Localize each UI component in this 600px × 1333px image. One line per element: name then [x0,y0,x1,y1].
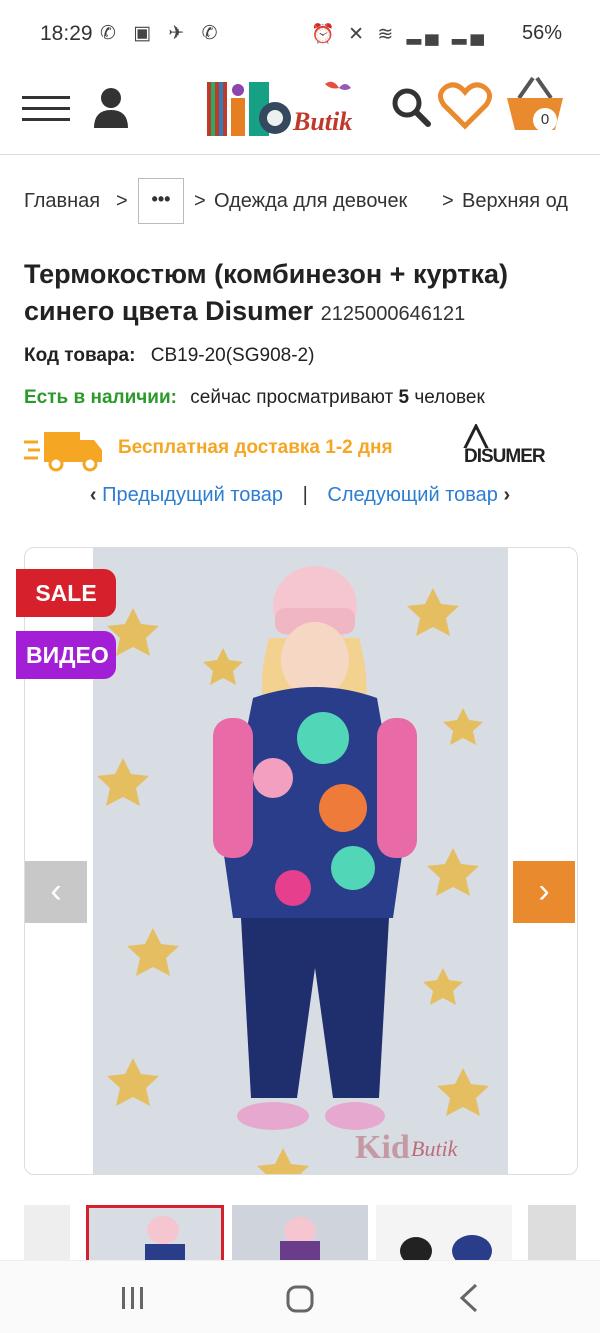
breadcrumb-separator: > [116,190,128,212]
system-nav-bar [0,1260,600,1333]
notification-icons: ✆ ▣ ✈ ✆ [100,23,224,44]
thumbnail-item[interactable] [24,1205,70,1265]
brand-name: DISUMER [464,446,546,467]
status-time: 18:29 [40,22,93,45]
breadcrumb: Главная > ••• > Одежда для девочек > Вер… [24,178,600,226]
next-product-link[interactable]: Следующий товар [327,484,498,506]
watermark-kid: Kid [355,1129,410,1166]
gallery-next-button[interactable]: › [513,861,575,923]
back-icon[interactable] [458,1283,480,1313]
user-icon[interactable] [92,86,130,128]
product-code-value: CB19-20(SG908-2) [150,345,315,366]
breadcrumb-home[interactable]: Главная [24,190,100,213]
thumbnail-item[interactable] [528,1205,576,1265]
product-code-label: Код товара: [24,345,136,366]
stock-status: Есть в наличии: сейчас просматривают 5 ч… [24,387,485,409]
prev-product-link[interactable]: Предыдущий товар [102,484,283,506]
viewers-count: 5 [398,387,410,408]
breadcrumb-more-button[interactable]: ••• [138,178,184,224]
thumbnail-item-active[interactable] [86,1205,224,1265]
thumbnail-item[interactable] [376,1205,512,1265]
viewers-text: сейчас просматривают [190,387,394,408]
nav-divider: | [302,484,308,506]
battery-level: 56% [521,22,562,44]
thumbnail-item[interactable] [232,1205,368,1265]
watermark-butik: Butik [411,1136,459,1161]
menu-icon[interactable] [22,96,70,124]
stock-label: Есть в наличии: [24,387,177,408]
site-header: Butik [0,70,600,155]
recent-apps-icon[interactable] [120,1285,146,1311]
cart-count: 0 [533,108,557,132]
thumbnail-image [280,1217,320,1265]
gallery-prev-button[interactable]: ‹ [25,861,87,923]
site-logo[interactable]: Butik [205,78,375,142]
chevron-right-icon: › [503,484,511,506]
delivery-text: Бесплатная доставка 1-2 дня [118,437,393,458]
brand-logo[interactable]: DISUMER [452,422,546,477]
video-badge[interactable]: ВИДЕО [16,631,116,679]
home-icon[interactable] [286,1285,314,1313]
viewers-suffix: человек [414,387,485,408]
product-sku: 2125000646121 [320,303,466,325]
product-photo[interactable]: Kid Butik [93,548,508,1174]
status-bar: 18:29 ✆ ▣ ✈ ✆ ⏰ ✕ ≋ ▂▄ ▂▄ 56% [0,0,600,70]
logo-butik-text: Butik [292,107,352,136]
heart-icon[interactable] [438,82,492,130]
sale-badge: SALE [16,569,116,617]
product-navigation: ‹ Предыдущий товар | Следующий товар › [0,484,600,507]
product-title: Термокостюм (комбинезон + куртка) синего… [24,256,584,333]
thumbnail-image [400,1235,492,1265]
product-code: Код товара: CB19-20(SG908-2) [24,345,314,367]
search-icon[interactable] [390,86,432,128]
breadcrumb-outerwear[interactable]: Верхняя од [462,190,568,213]
breadcrumb-girls-clothing[interactable]: Одежда для девочек [214,190,407,213]
breadcrumb-separator: > [194,190,206,212]
chevron-left-icon: ‹ [89,484,97,506]
breadcrumb-separator: > [442,190,454,212]
delivery-info: Бесплатная доставка 1-2 дня DISUMER [24,422,584,478]
delivery-truck-icon [24,432,102,472]
system-icons: ⏰ ✕ ≋ ▂▄ ▂▄ [311,24,488,45]
thumbnail-image [145,1216,185,1262]
thumbnail-strip [0,1205,600,1265]
